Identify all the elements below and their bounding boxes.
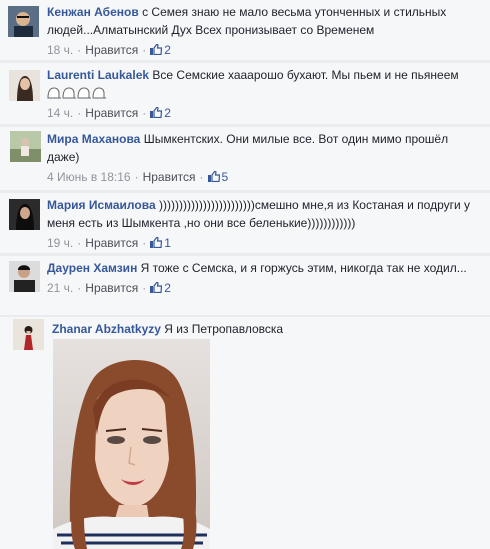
avatar[interactable] [8, 6, 39, 37]
attached-photo[interactable] [53, 339, 210, 549]
comment-text: Я тоже с Семска, и я горжусь этим, никог… [140, 261, 467, 275]
comment-time[interactable]: 21 ч. [47, 281, 73, 295]
comment-time[interactable]: 18 ч. [47, 43, 73, 57]
comment-author[interactable]: Мария Исмаилова [47, 198, 156, 212]
comment-meta: 4 Июнь в 18:16 · Нравится · 5 [47, 170, 229, 184]
comment-time[interactable]: 4 Июнь в 18:16 [47, 170, 131, 184]
like-count[interactable]: 5 [222, 170, 229, 184]
comment-author[interactable]: Zhanar Abzhatkyzy [52, 322, 161, 336]
emoji-icon [77, 87, 91, 99]
comment: Laurenti Laukalek Все Семские хааарошо б… [0, 63, 490, 124]
like-button[interactable]: Нравится [85, 236, 138, 250]
like-button[interactable]: Нравится [85, 281, 138, 295]
thumbs-up-icon [150, 44, 163, 55]
like-count[interactable]: 1 [164, 236, 171, 250]
like-count[interactable]: 2 [164, 106, 171, 120]
thumbs-up-icon [150, 237, 163, 248]
emoji-icon [62, 87, 76, 99]
comment-meta: 18 ч. · Нравится · 2 [47, 43, 171, 57]
emoji-icon [92, 87, 106, 99]
thumbs-up-icon [150, 282, 163, 293]
avatar[interactable] [10, 131, 41, 162]
like-button[interactable]: Нравится [85, 43, 138, 57]
emoji-icon [47, 87, 61, 99]
comment-author[interactable]: Laurenti Laukalek [47, 68, 149, 82]
comment-text: Я из Петропавловска [164, 322, 284, 336]
like-button[interactable]: Нравится [85, 106, 138, 120]
avatar[interactable] [9, 199, 40, 230]
comment-author[interactable]: Мира Маханова [47, 132, 140, 146]
comment-meta: 19 ч. · Нравится · 1 [47, 236, 171, 250]
comment: Мира Маханова Шымкентских. Они милые все… [0, 127, 490, 190]
comment-text: Все Семские хааарошо бухают. Мы пьем и н… [152, 68, 459, 82]
comment: Кенжан Абенов с Семея знаю не мало весьм… [0, 0, 490, 60]
thumbs-up-icon [207, 171, 220, 182]
comment: Мария Исмаилова ))))))))))))))))))))))))… [0, 193, 490, 253]
emoji-row [47, 84, 482, 102]
comment-time[interactable]: 14 ч. [47, 106, 73, 120]
comment: Zhanar Abzhatkyzy Я из Петропавловска [0, 317, 490, 549]
avatar[interactable] [9, 70, 40, 101]
avatar[interactable] [9, 261, 40, 292]
comment-author[interactable]: Кенжан Абенов [47, 5, 139, 19]
comment-time[interactable]: 19 ч. [47, 236, 73, 250]
comment-author[interactable]: Даурен Хамзин [47, 261, 137, 275]
comment-meta: 21 ч. · Нравится · 2 [47, 281, 171, 295]
comment-meta: 14 ч. · Нравится · 2 [47, 106, 171, 120]
like-count[interactable]: 2 [164, 43, 171, 57]
comment: Даурен Хамзин Я тоже с Семска, и я горжу… [0, 256, 490, 315]
like-count[interactable]: 2 [164, 281, 171, 295]
thumbs-up-icon [150, 107, 163, 118]
like-button[interactable]: Нравится [143, 170, 196, 184]
avatar[interactable] [13, 319, 44, 350]
